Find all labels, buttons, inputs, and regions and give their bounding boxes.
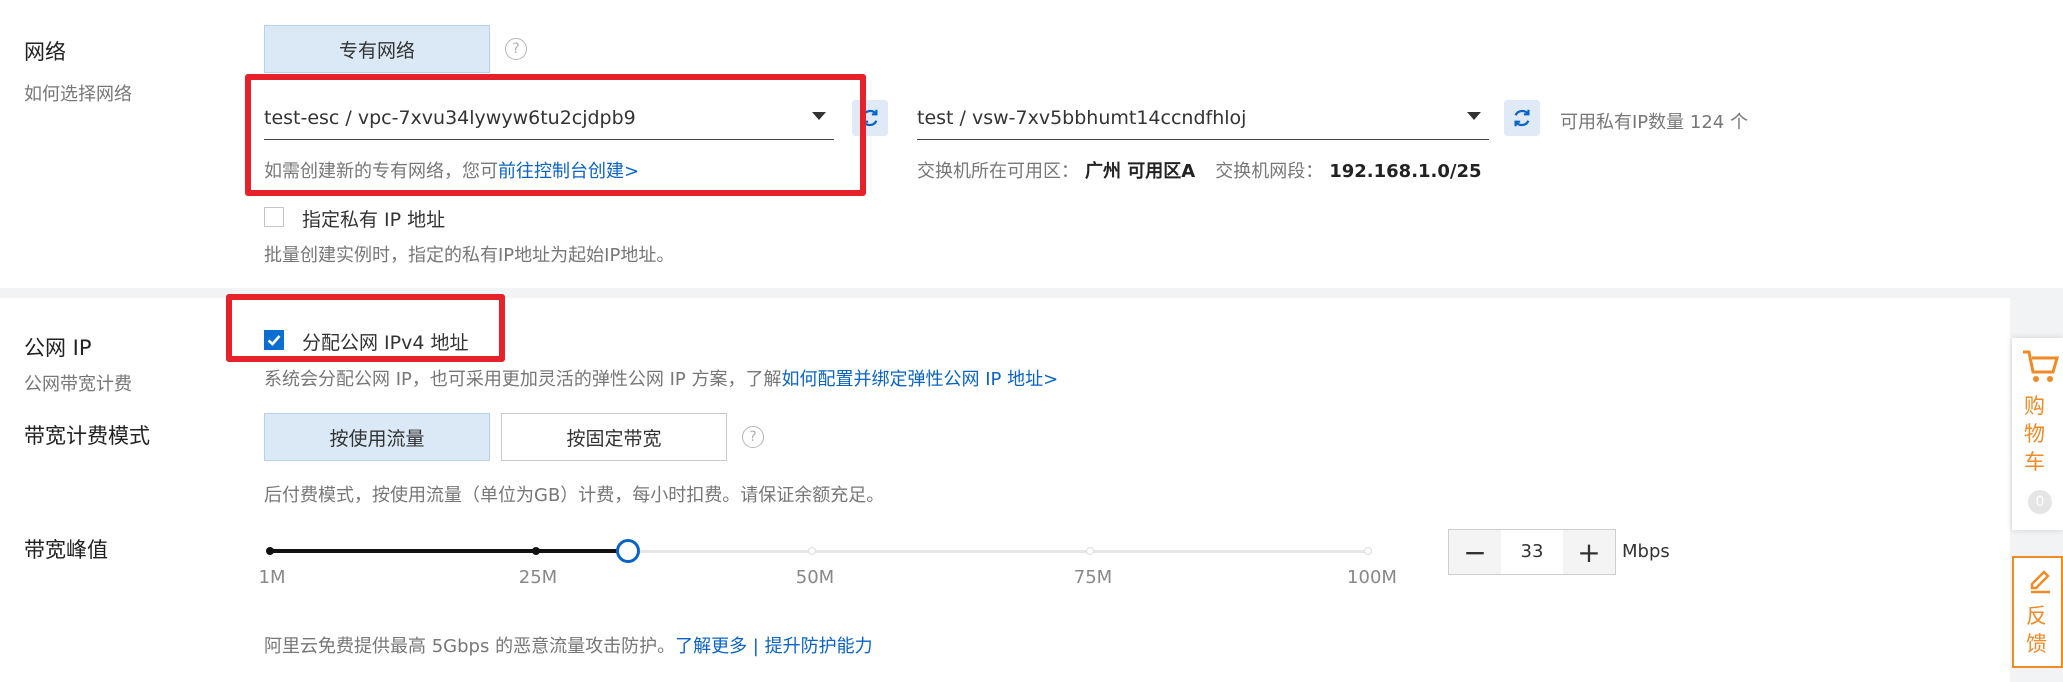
eip-config-link[interactable]: 如何配置并绑定弹性公网 IP 地址> [782,369,1059,390]
cart-icon [2023,350,2059,382]
vswitch-select[interactable]: test / vsw-7xv5bbhumt14ccndfhloj [917,96,1489,140]
slider-stop-75m[interactable] [1086,547,1094,555]
ddos-hint-text: 阿里云免费提供最高 5Gbps 的恶意流量攻击防护。 [264,636,676,657]
tick-label-25m: 25M [518,567,558,588]
cidr-label: 交换机网段： [1215,161,1324,182]
public-ip-sublabel: 公网带宽计费 [24,374,132,395]
public-ip-label: 公网 IP [24,336,92,360]
public-ip-hint: 系统会分配公网 IP，也可采用更加灵活的弹性公网 IP 方案，了解如何配置并绑定… [264,365,1058,391]
zone-label: 交换机所在可用区： [917,161,1079,182]
vswitch-refresh-button[interactable] [1504,100,1540,136]
slider-stop-1m[interactable] [266,547,274,555]
cart-count-badge: 0 [2028,490,2052,514]
tick-label-1m: 1M [258,567,286,588]
slider-stop-50m[interactable] [808,547,816,555]
vpc-highlight-box [245,74,866,196]
increment-button[interactable]: + [1563,530,1615,574]
public-ip-highlight-box [226,294,505,362]
private-ip-hint: 批量创建实例时，指定的私有IP地址为起始IP地址。 [264,245,675,266]
billing-help-icon[interactable]: ? [742,426,764,448]
learn-more-link[interactable]: 了解更多 [675,636,747,657]
zone-value: 广州 可用区A [1085,161,1196,182]
vpc-type-button[interactable]: 专有网络 [264,25,490,73]
bandwidth-stepper: − 33 + [1448,529,1616,575]
network-help-icon[interactable]: ? [505,38,527,60]
private-ip-checkbox-label: 指定私有 IP 地址 [302,209,446,231]
vswitch-info: 交换机所在可用区： 广州 可用区A 交换机网段： 192.168.1.0/25 [917,157,1482,183]
bandwidth-peak-label: 带宽峰值 [24,538,108,562]
cidr-value: 192.168.1.0/25 [1329,161,1482,182]
bandwidth-unit: Mbps [1622,541,1670,562]
bandwidth-value-input[interactable]: 33 [1501,530,1563,574]
billing-option-traffic[interactable]: 按使用流量 [264,413,490,461]
billing-option-fixed[interactable]: 按固定带宽 [501,413,727,461]
network-label: 网络 [24,40,66,64]
feedback-label: 反馈 [2026,604,2047,656]
edit-icon [2030,570,2050,594]
link-separator: | [747,636,765,657]
chevron-down-icon [1467,112,1481,120]
refresh-icon [1514,109,1530,127]
slider-handle[interactable] [616,539,640,563]
private-ip-checkbox[interactable] [264,207,284,227]
bandwidth-slider[interactable] [262,539,1382,570]
tick-label-100m: 100M [1347,567,1397,588]
cart-float-button[interactable]: 购物车 0 [2012,338,2063,530]
slider-fill [270,549,628,553]
slider-stop-25m[interactable] [532,547,540,555]
billing-mode-label: 带宽计费模式 [24,424,150,448]
available-ip-count: 可用私有IP数量 124 个 [1560,112,1748,133]
tick-label-75m: 75M [1073,567,1113,588]
upgrade-protection-link[interactable]: 提升防护能力 [765,636,873,657]
tick-label-50m: 50M [795,567,835,588]
vswitch-select-value: test / vsw-7xv5bbhumt14ccndfhloj [917,106,1247,129]
cart-label: 购物车 [2024,394,2045,474]
feedback-float-button[interactable]: 反馈 [2012,556,2063,668]
decrement-button[interactable]: − [1449,530,1501,574]
billing-hint: 后付费模式，按使用流量（单位为GB）计费，每小时扣费。请保证余额充足。 [264,485,885,506]
public-ip-hint-text: 系统会分配公网 IP，也可采用更加灵活的弹性公网 IP 方案，了解 [264,369,782,390]
ddos-hint: 阿里云免费提供最高 5Gbps 的恶意流量攻击防护。了解更多 | 提升防护能力 [264,632,873,658]
network-help-link[interactable]: 如何选择网络 [24,80,132,106]
slider-stop-100m[interactable] [1364,547,1372,555]
